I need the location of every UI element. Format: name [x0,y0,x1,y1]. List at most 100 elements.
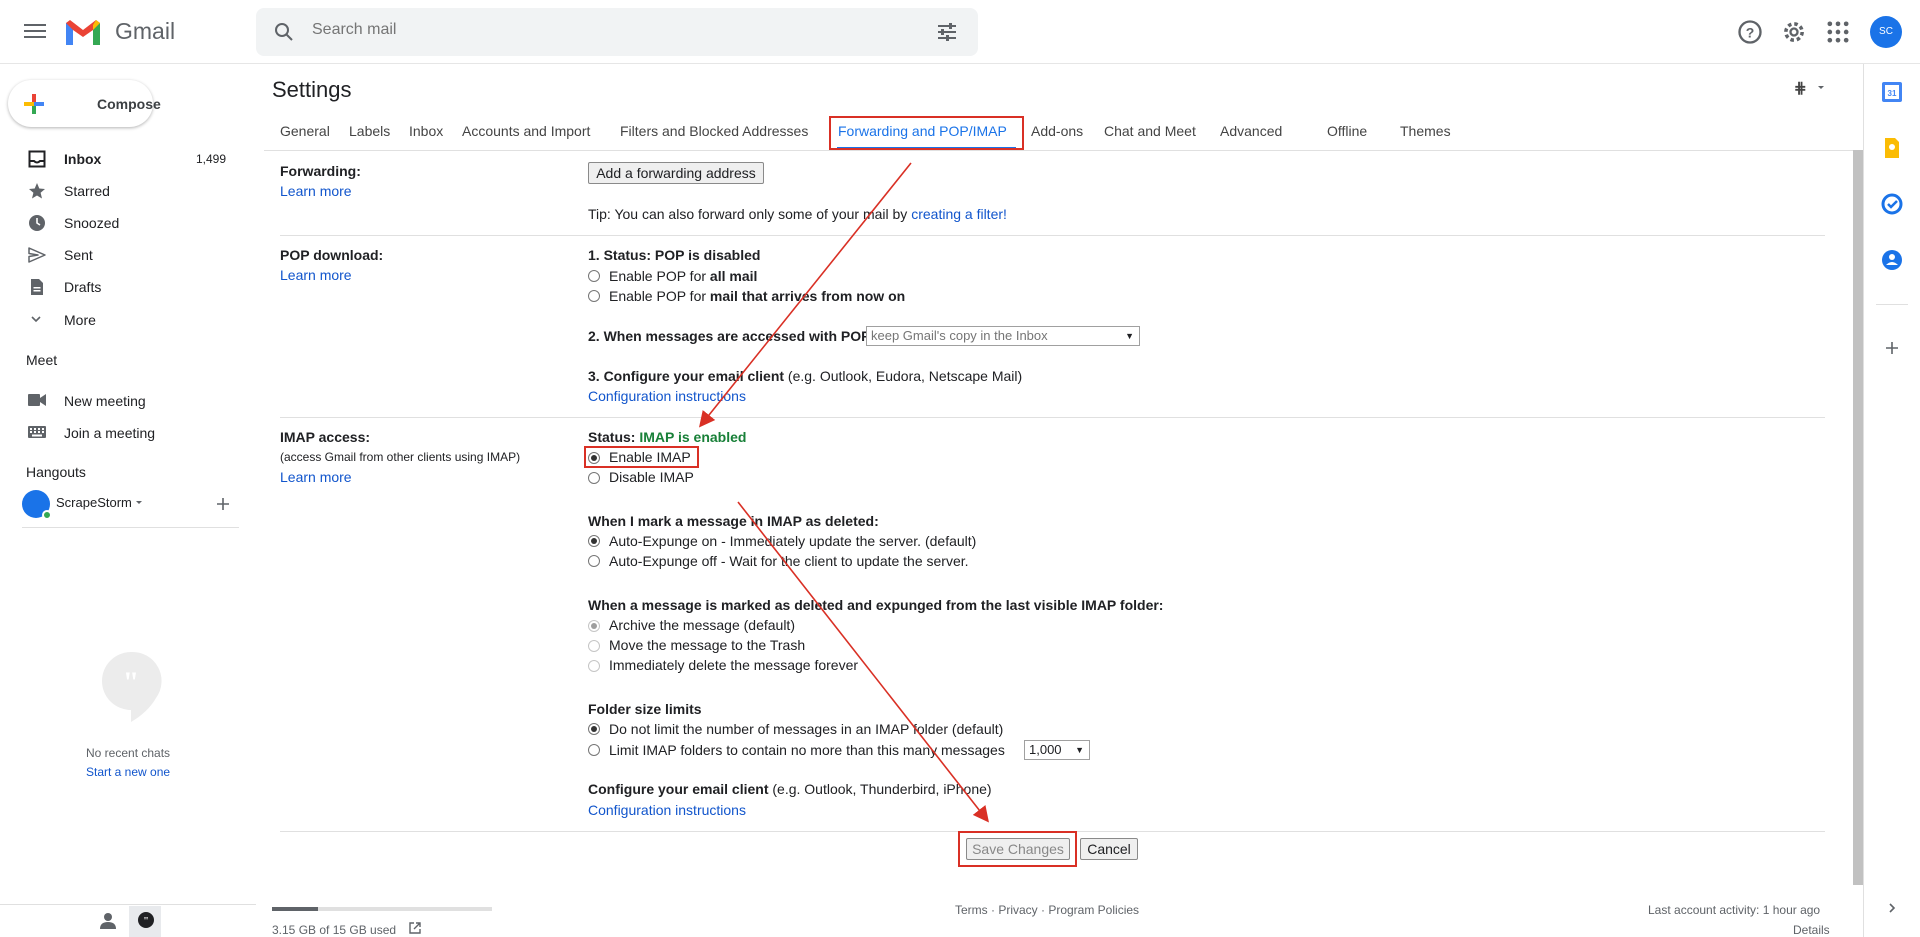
pop-from-now-radio[interactable] [588,290,600,302]
draft-icon [31,279,43,295]
gmail-logo-icon[interactable] [63,17,103,47]
imap-learn-more-link[interactable]: Learn more [280,469,352,485]
tabs-divider [264,150,1864,151]
configure-text: (e.g. Outlook, Eudora, Netscape Mail) [784,368,1023,384]
sidebar-item-sent[interactable]: Sent [0,239,240,271]
add-chat-icon[interactable] [215,496,231,512]
imap-config-instructions-link[interactable]: Configuration instructions [588,802,746,818]
configure-text: (e.g. Outlook, Thunderbird, iPhone) [768,781,992,797]
move-to-trash-radio[interactable] [588,640,600,652]
section-divider [280,417,1825,418]
forwarding-learn-more-link[interactable]: Learn more [280,183,352,199]
add-forwarding-address-button[interactable]: Add a forwarding address [588,162,764,184]
tab-advanced[interactable]: Advanced [1220,123,1282,139]
account-avatar[interactable]: SC [1870,16,1902,48]
svg-text:?: ? [1746,24,1755,40]
tab-labels[interactable]: Labels [349,123,390,139]
annotation-box [584,446,699,468]
creating-filter-link[interactable]: creating a filter! [911,206,1007,222]
no-limit-radio[interactable] [588,723,600,735]
send-icon [28,247,46,263]
gear-icon[interactable] [1780,18,1808,46]
inbox-icon [28,150,46,168]
footer-links[interactable]: Terms · Privacy · Program Policies [955,903,1139,917]
chevron-down-icon [31,316,41,323]
annotation-box [958,831,1077,867]
divider [1876,304,1908,305]
hangouts-icon: " [138,912,154,928]
archive-message-radio[interactable] [588,620,600,632]
forwarding-label: Forwarding: [280,163,361,179]
sidebar-item-inbox[interactable]: Inbox 1,499 [0,143,240,175]
auto-expunge-on-radio[interactable] [588,535,600,547]
input-tools-icon[interactable]: ⋕ [1794,80,1828,96]
sidebar-item-label: Inbox [64,151,102,167]
tasks-icon[interactable] [1880,192,1904,216]
tab-addons[interactable]: Add-ons [1031,123,1083,139]
hangouts-user-name[interactable]: ScrapeStorm [56,495,132,510]
svg-text:": " [123,666,140,699]
imap-expunged-title: When a message is marked as deleted and … [588,597,1164,613]
new-meeting-item[interactable]: New meeting [0,383,240,415]
main-menu-icon[interactable] [22,20,48,44]
search-input[interactable] [312,21,912,39]
meet-item-label: Join a meeting [64,425,156,441]
join-meeting-item[interactable]: Join a meeting [0,415,240,447]
pop-all-mail-label: Enable POP for all mail [609,268,757,284]
keyboard-icon [28,426,46,438]
meet-section-title: Meet [26,352,58,368]
auto-expunge-off-label: Auto-Expunge off - Wait for the client t… [609,553,969,569]
disable-imap-radio[interactable] [588,472,600,484]
select-value: keep Gmail's copy in the Inbox [871,328,1048,343]
sidebar-item-label: Starred [64,183,110,199]
pop-config-instructions-link[interactable]: Configuration instructions [588,388,746,404]
tab-accounts-import[interactable]: Accounts and Import [462,123,590,139]
pop-learn-more-link[interactable]: Learn more [280,267,352,283]
calendar-icon[interactable]: 31 [1880,80,1904,104]
search-icon[interactable] [272,20,296,44]
tab-chat-meet[interactable]: Chat and Meet [1104,123,1196,139]
start-new-chat-link[interactable]: Start a new one [86,765,170,779]
delete-forever-radio[interactable] [588,660,600,672]
svg-text:31: 31 [1888,89,1897,98]
tab-inbox[interactable]: Inbox [409,123,443,139]
pop-action-select[interactable]: keep Gmail's copy in the Inbox ▼ [866,326,1140,346]
imap-access-sublabel: (access Gmail from other clients using I… [280,450,521,464]
select-value: 1,000 [1029,742,1062,757]
search-options-icon[interactable] [935,20,959,44]
storage-usage: 3.15 GB of 15 GB used [272,923,397,937]
sidebar-item-label: Snoozed [64,215,120,231]
storage-bar-fill [272,907,319,911]
folder-limit-select[interactable]: 1,000 ▼ [1024,740,1090,760]
contacts-icon[interactable] [1880,248,1904,272]
forwarding-tip: Tip: You can also forward only some of y… [588,206,1007,222]
scrollbar[interactable] [1853,150,1863,885]
pop-access-question: 2. When messages are accessed with POP [588,328,871,344]
cancel-button[interactable]: Cancel [1080,838,1138,860]
sidebar-item-more[interactable]: More [0,303,240,335]
caret-down-icon[interactable] [134,497,144,507]
sidebar-item-drafts[interactable]: Drafts [0,271,240,303]
auto-expunge-off-radio[interactable] [588,555,600,567]
sidebar-item-starred[interactable]: Starred [0,175,240,207]
clock-icon [29,215,45,231]
limit-folders-radio[interactable] [588,744,600,756]
tab-filters[interactable]: Filters and Blocked Addresses [620,123,808,139]
compose-label: Compose [97,96,161,112]
help-icon[interactable]: ? [1736,18,1764,46]
chevron-right-icon[interactable] [1886,902,1898,914]
inbox-count: 1,499 [196,152,227,166]
tab-general[interactable]: General [280,123,330,139]
keep-icon[interactable] [1880,136,1904,160]
tab-offline[interactable]: Offline [1327,123,1367,139]
pop-all-mail-radio[interactable] [588,270,600,282]
sidebar-item-snoozed[interactable]: Snoozed [0,207,240,239]
open-external-icon[interactable] [408,921,422,935]
apps-grid-icon[interactable] [1824,18,1852,46]
activity-details-link[interactable]: Details [1793,923,1830,937]
status-badge: IMAP is enabled [639,429,747,445]
tab-themes[interactable]: Themes [1400,123,1451,139]
add-addon-icon[interactable] [1884,340,1900,356]
person-icon[interactable] [99,912,117,930]
no-recent-chats: No recent chats [86,746,171,760]
